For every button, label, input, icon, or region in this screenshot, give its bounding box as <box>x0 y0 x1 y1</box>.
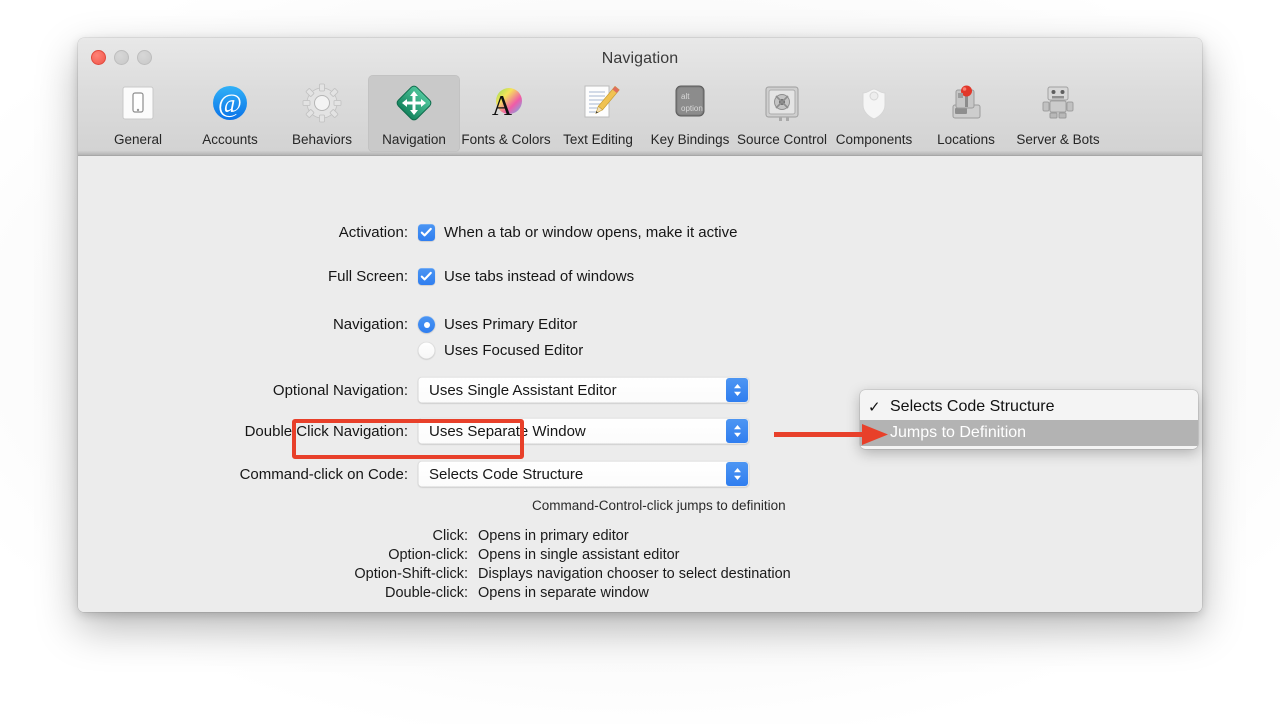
activation-checkbox-group[interactable]: When a tab or window opens, make it acti… <box>418 224 737 241</box>
mouse-action-legend: Click: Opens in primary editor Option-cl… <box>78 528 1202 604</box>
legend-value: Opens in primary editor <box>478 528 629 544</box>
toolbar-item-general[interactable]: General <box>92 75 184 152</box>
toolbar-item-components[interactable]: Components <box>828 75 920 152</box>
legend-key: Option-Shift-click: <box>354 566 468 582</box>
menu-item-label: Jumps to Definition <box>890 424 1027 441</box>
option-key-icon: alt option <box>667 81 713 127</box>
radio-label: Uses Primary Editor <box>444 316 578 333</box>
gear-icon <box>299 81 345 127</box>
toolbar-item-locations[interactable]: Locations <box>920 75 1012 152</box>
legend-row: Option-click: Opens in single assistant … <box>78 547 1202 563</box>
toolbar-item-label: Server & Bots <box>1016 132 1100 147</box>
checkmark-icon <box>420 271 432 281</box>
legend-row: Click: Opens in primary editor <box>78 528 1202 544</box>
optional-navigation-row: Optional Navigation: Uses Single Assista… <box>188 377 749 403</box>
toolbar-item-label: Text Editing <box>563 132 633 147</box>
command-click-hint: Command-Control-click jumps to definitio… <box>532 498 786 513</box>
legend-value: Opens in separate window <box>478 585 649 601</box>
at-sign-icon: @ <box>207 81 253 127</box>
svg-text:@: @ <box>218 89 242 118</box>
pencil-page-icon <box>575 81 621 127</box>
activation-row: Activation: When a tab or window opens, … <box>188 224 737 241</box>
toolbar-item-fonts-and-colors[interactable]: A Fonts & Colors <box>460 75 552 152</box>
legend-row: Double-click: Opens in separate window <box>78 585 1202 601</box>
toolbar-item-label: Source Control <box>736 132 828 147</box>
chevron-updown-icon[interactable] <box>726 378 748 402</box>
legend-key: Double-click: <box>385 585 468 601</box>
radio-option-primary-editor[interactable]: Uses Primary Editor <box>418 316 583 333</box>
legend-row: Option-Shift-click: Displays navigation … <box>78 566 1202 582</box>
popup-value: Uses Single Assistant Editor <box>429 381 617 399</box>
chevron-updown-icon[interactable] <box>726 462 748 486</box>
radio-label: Uses Focused Editor <box>444 342 584 359</box>
joystick-disk-icon <box>943 81 989 127</box>
radio-option-focused-editor[interactable]: Uses Focused Editor <box>418 342 583 359</box>
full-screen-label: Full Screen: <box>327 268 408 285</box>
checkmark-icon: ✓ <box>868 399 881 416</box>
navigation-radio-group: Uses Primary Editor Uses Focused Editor <box>418 316 583 359</box>
checkmark-icon <box>420 227 432 237</box>
toolbar-item-text-editing[interactable]: Text Editing <box>552 75 644 152</box>
command-click-on-code-label: Command-click on Code: <box>239 465 408 483</box>
svg-text:option: option <box>681 104 703 113</box>
window-chrome: Navigation General @ Accounts Behaviors … <box>78 38 1202 156</box>
command-click-on-code-popup-button[interactable]: Selects Code Structure <box>418 461 749 487</box>
toolbar-item-behaviors[interactable]: Behaviors <box>276 75 368 152</box>
font-color-icon: A <box>483 81 529 127</box>
window-title: Navigation <box>601 50 679 67</box>
full-screen-checkbox-group[interactable]: Use tabs instead of windows <box>418 268 634 285</box>
toolbar-item-label: Accounts <box>202 132 258 147</box>
svg-text:A: A <box>492 91 513 122</box>
toolbar-item-label: Navigation <box>382 132 446 147</box>
toolbar-item-accounts[interactable]: @ Accounts <box>184 75 276 152</box>
navigation-label: Navigation: <box>332 316 408 333</box>
preferences-toolbar: General @ Accounts Behaviors Navigation … <box>92 75 1104 152</box>
move-arrows-icon <box>391 81 437 127</box>
svg-text:alt: alt <box>681 92 690 101</box>
optional-navigation-label: Optional Navigation: <box>272 381 408 399</box>
menu-item-selects-code-structure[interactable]: ✓ Selects Code Structure <box>860 394 1198 420</box>
xcode-preferences-window: Navigation General @ Accounts Behaviors … <box>78 38 1202 612</box>
toolbar-item-label: Fonts & Colors <box>461 132 551 147</box>
legend-key: Option-click: <box>388 547 468 563</box>
double-click-navigation-row: Double Click Navigation: Uses Separate W… <box>188 418 749 444</box>
screenshot-root: Navigation General @ Accounts Behaviors … <box>0 0 1280 724</box>
shield-icon <box>851 81 897 127</box>
menu-item-jumps-to-definition[interactable]: Jumps to Definition <box>860 420 1198 446</box>
device-icon <box>115 81 161 127</box>
toolbar-item-navigation[interactable]: Navigation <box>368 75 460 152</box>
radio-focused-editor[interactable] <box>418 342 435 359</box>
full-screen-checkbox-label: Use tabs instead of windows <box>444 268 635 285</box>
popup-value: Selects Code Structure <box>429 465 584 483</box>
toolbar-item-key-bindings[interactable]: alt option Key Bindings <box>644 75 736 152</box>
activation-checkbox-label: When a tab or window opens, make it acti… <box>444 224 738 241</box>
chevron-updown-icon[interactable] <box>726 419 748 443</box>
toolbar-item-label: Key Bindings <box>650 132 730 147</box>
radio-primary-editor[interactable] <box>418 316 435 333</box>
optional-navigation-popup-button[interactable]: Uses Single Assistant Editor <box>418 377 749 403</box>
preferences-content: Activation: When a tab or window opens, … <box>78 156 1202 612</box>
double-click-navigation-popup-button[interactable]: Uses Separate Window <box>418 418 749 444</box>
toolbar-item-label: General <box>113 132 163 147</box>
legend-key: Click: <box>432 528 468 544</box>
toolbar-item-server-and-bots[interactable]: Server & Bots <box>1012 75 1104 152</box>
robot-icon <box>1035 81 1081 127</box>
legend-value: Opens in single assistant editor <box>478 547 680 563</box>
legend-value: Displays navigation chooser to select de… <box>478 566 791 582</box>
activation-label: Activation: <box>338 224 408 241</box>
double-click-navigation-label: Double Click Navigation: <box>244 422 408 440</box>
menu-item-label: Selects Code Structure <box>890 398 1055 415</box>
safe-icon <box>759 81 805 127</box>
command-click-dropdown-menu[interactable]: ✓ Selects Code Structure Jumps to Defini… <box>860 390 1198 449</box>
command-click-on-code-row: Command-click on Code: Selects Code Stru… <box>188 461 749 487</box>
toolbar-item-label: Components <box>835 132 913 147</box>
popup-value: Uses Separate Window <box>429 422 586 440</box>
activation-checkbox[interactable] <box>418 224 435 241</box>
full-screen-checkbox[interactable] <box>418 268 435 285</box>
toolbar-item-source-control[interactable]: Source Control <box>736 75 828 152</box>
toolbar-item-label: Behaviors <box>291 132 353 147</box>
toolbar-item-label: Locations <box>937 132 995 147</box>
navigation-row: Navigation: Uses Primary Editor Uses Foc… <box>188 316 583 359</box>
full-screen-row: Full Screen: Use tabs instead of windows <box>188 268 634 285</box>
